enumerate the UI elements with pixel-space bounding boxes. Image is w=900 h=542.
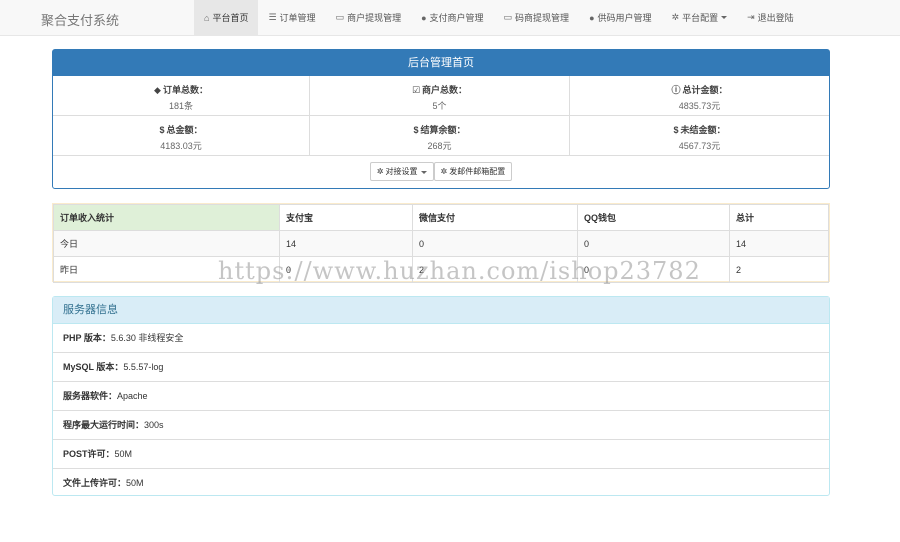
- nav-label: 退出登陆: [757, 13, 794, 23]
- table-row: 今日 14 0 0 14: [53, 230, 829, 257]
- integration-settings-button[interactable]: ✲ 对接设置: [369, 162, 434, 181]
- info-label: 服务器软件：: [63, 391, 118, 401]
- chevron-down-icon: [721, 16, 728, 19]
- info-label: 文件上传许可：: [63, 478, 127, 488]
- info-icon: ⓘ: [671, 85, 681, 95]
- stat-label: 总金额：: [166, 125, 203, 135]
- nav-label: 订单管理: [279, 13, 316, 23]
- nav-menu: ⌂ 平台首页 ☰ 订单管理 ▭ 商户提现管理 ● 支付商户管理 ▭ 码商提现管理…: [194, 0, 804, 35]
- table-cell: 2: [729, 256, 829, 283]
- list-item: 程序最大运行时间：300s: [53, 411, 829, 440]
- list-icon: ☰: [268, 12, 277, 22]
- list-item: 文件上传许可：50M: [53, 469, 829, 498]
- table-cell: 今日: [53, 230, 280, 257]
- info-label: 程序最大运行时间：: [63, 420, 145, 430]
- stat-order-count: ◆ 订单总数： 181条: [53, 76, 310, 116]
- stat-value: 5个: [432, 101, 447, 111]
- stat-unsettled-amount: $ 未结金额： 4567.73元: [570, 116, 829, 156]
- stat-total-amount: ⓘ 总计金额： 4835.73元: [570, 76, 829, 116]
- stat-label: 订单总数：: [162, 85, 208, 95]
- panel-title: 服务器信息: [53, 297, 829, 324]
- stat-value: 4835.73元: [678, 101, 721, 111]
- list-item: POST许可：50M: [53, 440, 829, 469]
- panel-title: 后台管理首页: [53, 50, 829, 76]
- chevron-down-icon: [420, 171, 427, 174]
- button-row: ✲ 对接设置 ✲ 发邮件邮箱配置: [53, 156, 829, 181]
- info-label: POST许可：: [63, 449, 115, 459]
- nav-item-merchant-withdraw[interactable]: ▭ 商户提现管理: [326, 0, 412, 35]
- stat-value: 4567.73元: [678, 141, 721, 151]
- dashboard-panel: 后台管理首页 ◆ 订单总数： 181条 ☑ 商户总数： 5个 ⓘ 总计金额： 4835…: [52, 49, 830, 189]
- nav-label: 平台配置: [682, 13, 719, 23]
- navbar: 聚合支付系统 ⌂ 平台首页 ☰ 订单管理 ▭ 商户提现管理 ● 支付商户管理 ▭…: [0, 0, 900, 36]
- table-header: 支付宝: [279, 204, 413, 231]
- nav-label: 供码用户管理: [597, 13, 652, 23]
- gear-icon: ✲: [671, 12, 680, 22]
- table-header: 总计: [729, 204, 829, 231]
- gear-icon: ✲: [376, 167, 384, 176]
- nav-item-pay-merchants[interactable]: ● 支付商户管理: [411, 0, 493, 35]
- nav-item-logout[interactable]: ⇥ 退出登陆: [737, 0, 804, 35]
- info-value: 300s: [144, 420, 164, 430]
- check-icon: ☑: [411, 85, 421, 95]
- brand-logo[interactable]: 聚合支付系统: [41, 10, 119, 29]
- nav-item-home[interactable]: ⌂ 平台首页: [194, 0, 259, 35]
- table-cell: 14: [279, 230, 413, 257]
- stat-merchant-count: ☑ 商户总数： 5个: [310, 76, 570, 116]
- nav-item-orders[interactable]: ☰ 订单管理: [258, 0, 325, 35]
- home-icon: ⌂: [204, 12, 210, 23]
- stat-label: 结算余额：: [420, 125, 466, 135]
- dollar-icon: $: [673, 125, 679, 135]
- dollar-icon: $: [413, 125, 419, 135]
- nav-item-code-withdraw[interactable]: ▭ 码商提现管理: [494, 0, 580, 35]
- info-value: 5.6.30 非线程安全: [110, 333, 184, 343]
- table-cell: 14: [729, 230, 829, 257]
- stat-label: 总计金额：: [682, 85, 728, 95]
- dollar-icon: $: [159, 125, 165, 135]
- stat-value: 181条: [168, 101, 194, 111]
- list-item: PHP 版本：5.6.30 非线程安全: [53, 324, 829, 353]
- stat-gross-amount: $ 总金额： 4183.03元: [53, 116, 310, 156]
- email-config-button[interactable]: ✲ 发邮件邮箱配置: [433, 162, 513, 181]
- credit-card-icon: ▭: [503, 12, 513, 22]
- table-header-row: 订单收入统计 支付宝 微信支付 QQ钱包 总计: [53, 204, 829, 231]
- logout-icon: ⇥: [747, 12, 755, 22]
- stat-label: 商户总数：: [422, 85, 468, 95]
- stat-label: 未结金额：: [680, 125, 726, 135]
- list-item: MySQL 版本：5.5.57-log: [53, 353, 829, 382]
- info-label: MySQL 版本：: [63, 362, 124, 372]
- nav-item-code-users[interactable]: ● 供码用户管理: [579, 0, 661, 35]
- info-value: Apache: [117, 391, 148, 401]
- nav-label: 码商提现管理: [515, 13, 570, 23]
- stats-grid: ◆ 订单总数： 181条 ☑ 商户总数： 5个 ⓘ 总计金额： 4835.73元 $ 总…: [53, 76, 829, 156]
- info-value: 5.5.57-log: [123, 362, 164, 372]
- gear-icon: ✲: [440, 167, 448, 176]
- stat-settled-balance: $ 结算余额： 268元: [310, 116, 570, 156]
- nav-label: 商户提现管理: [347, 13, 402, 23]
- tint-icon: ◆: [154, 85, 161, 95]
- info-value: 50M: [126, 478, 144, 488]
- user-icon: ●: [589, 12, 595, 23]
- nav-item-platform-config[interactable]: ✲ 平台配置: [662, 0, 738, 35]
- table-header: 微信支付: [412, 204, 578, 231]
- list-item: 服务器软件：Apache: [53, 382, 829, 411]
- table-cell: 0: [577, 230, 730, 257]
- info-value: 50M: [114, 449, 133, 459]
- info-label: PHP 版本：: [63, 333, 111, 343]
- user-icon: ●: [421, 12, 427, 23]
- table-header: 订单收入统计: [53, 204, 280, 231]
- table-cell: 0: [412, 230, 578, 257]
- stat-value: 4183.03元: [160, 141, 202, 151]
- credit-card-icon: ▭: [335, 12, 345, 22]
- nav-label: 支付商户管理: [429, 13, 484, 23]
- watermark-text: https://www.huzhan.com/ishop23782: [218, 257, 701, 285]
- server-info-panel: 服务器信息 PHP 版本：5.6.30 非线程安全 MySQL 版本：5.5.5…: [52, 296, 830, 496]
- table-header: QQ钱包: [577, 204, 730, 231]
- stat-value: 268元: [427, 141, 452, 151]
- nav-label: 平台首页: [212, 13, 249, 23]
